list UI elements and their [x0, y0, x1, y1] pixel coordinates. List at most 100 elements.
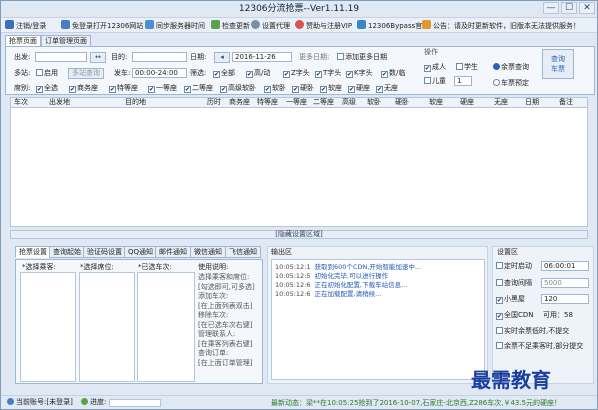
- seat-special[interactable]: ✔ 特等座: [109, 84, 138, 93]
- heart-icon: [295, 20, 304, 29]
- check-update-button[interactable]: 检查更新: [211, 20, 250, 31]
- app-window: 12306分流抢票--Ver1.11.19 — ☐ ✕ 注销/登录 免登录打开1…: [0, 0, 598, 410]
- filter-k[interactable]: ✔ K字头: [346, 69, 373, 78]
- official-site-button[interactable]: 12306Bypass官网: [357, 20, 429, 31]
- col-business: 商务座: [229, 98, 250, 106]
- no-submit-checkbox[interactable]: 实时余票低时,不提交: [496, 327, 569, 336]
- open-website-button[interactable]: 免登录打开12306网站: [61, 20, 143, 31]
- filter-other[interactable]: ✔ 数/临: [381, 69, 405, 78]
- query-interval-checkbox[interactable]: 查询间隔: [496, 279, 532, 288]
- swap-stations-button[interactable]: ↔: [90, 52, 106, 63]
- log-line: 10:05:12:6 正在初始化配置,下载车站信息...: [275, 281, 408, 289]
- close-button[interactable]: ✕: [579, 2, 595, 14]
- date-input[interactable]: 2016-11-26: [232, 52, 292, 62]
- seat-premium-soft-sleeper[interactable]: ✔ 高级软卧: [220, 84, 256, 93]
- student-checkbox[interactable]: 学生: [456, 63, 478, 72]
- col-first: 一等座: [286, 98, 307, 106]
- seat-hard-seat[interactable]: ✔ 硬座: [348, 84, 370, 93]
- minimize-button[interactable]: —: [543, 2, 559, 14]
- radio-ticket-query[interactable]: 余票查询: [493, 63, 529, 72]
- prev-date-button[interactable]: ◂: [214, 52, 230, 63]
- tab-grab-settings[interactable]: 抢票设置: [15, 246, 51, 258]
- interval-input[interactable]: 5000: [541, 278, 589, 288]
- col-train-no: 车次: [14, 98, 28, 106]
- progress-label: 进度:: [81, 398, 106, 407]
- child-checkbox[interactable]: 儿童: [424, 77, 446, 86]
- seat-business[interactable]: ✔ 商务座: [69, 84, 98, 93]
- seat-second[interactable]: ✔ 二等座: [184, 84, 213, 93]
- seat-soft-sleeper[interactable]: ✔ 软卧: [264, 84, 286, 93]
- train-grid[interactable]: [10, 107, 588, 227]
- filter-t[interactable]: ✔ T字头: [315, 69, 341, 78]
- proxy-settings-button[interactable]: 设置代理: [251, 20, 290, 31]
- multi-station-query-button[interactable]: 多站查询: [68, 68, 104, 79]
- seat-first[interactable]: ✔ 一等座: [148, 84, 177, 93]
- passenger-label: *选择乘客:: [22, 263, 56, 271]
- adult-checkbox[interactable]: ✔ 成人: [424, 63, 446, 72]
- col-duration: 历时: [207, 98, 221, 106]
- col-date: 日期: [525, 98, 539, 106]
- window-controls: — ☐ ✕: [543, 2, 595, 14]
- blackroom-checkbox[interactable]: ✔ 小黑屋: [496, 295, 525, 304]
- col-to: 目的地: [125, 98, 146, 106]
- output-log[interactable]: 10:05:12:1 获取到600个CDN,开始智能加速中... 10:05:12…: [271, 259, 485, 380]
- filter-label: 筛选:: [190, 69, 207, 77]
- more-dates-label: 更多日期:: [299, 53, 330, 61]
- tab-fetion[interactable]: 飞信通知: [225, 246, 261, 258]
- log-line: 10:05:12:6 正在加载配置,请稍候...: [275, 290, 382, 298]
- depart-time-label: 发车:: [114, 69, 131, 77]
- tab-captcha[interactable]: 验证码设置: [83, 246, 126, 258]
- login-button[interactable]: 注销/登录: [5, 20, 46, 31]
- col-no-seat: 无座: [494, 98, 508, 106]
- blackroom-input[interactable]: 120: [541, 294, 589, 304]
- filter-z[interactable]: ✔ Z字头: [283, 69, 310, 78]
- progress-icon: [81, 398, 88, 405]
- query-ticket-button[interactable]: 查询 车票: [542, 49, 574, 79]
- sync-icon: [145, 20, 154, 29]
- add-dates-checkbox[interactable]: 添加更多日期: [337, 53, 387, 62]
- settings-area: 设置区 定时启动 06:00:01 查询间隔 5000 ✔ 小黑屋 120 ✔ 全国…: [492, 246, 594, 384]
- timer-start-checkbox[interactable]: 定时启动: [496, 262, 532, 271]
- download-icon: [211, 20, 220, 29]
- to-label: 目的:: [111, 53, 128, 61]
- partial-submit-checkbox[interactable]: 余票不足乘客时,部分提交: [496, 342, 583, 351]
- seat-list[interactable]: [79, 272, 135, 382]
- title-bar: 12306分流抢票--Ver1.11.19 — ☐ ✕: [1, 1, 597, 17]
- selected-trains-list[interactable]: [137, 272, 195, 382]
- to-station-input[interactable]: [132, 52, 187, 62]
- date-label: 日期:: [190, 53, 207, 61]
- depart-time-select[interactable]: 00:00-24:00: [132, 68, 187, 78]
- output-title: 输出区: [271, 248, 292, 256]
- user-icon: [7, 398, 14, 405]
- seat-no-seat[interactable]: ✔ 无座: [376, 84, 398, 93]
- timer-input[interactable]: 06:00:01: [541, 261, 589, 271]
- watermark: 最需教育: [471, 368, 551, 392]
- from-label: 出发:: [14, 53, 31, 61]
- tab-query-start[interactable]: 查询起始: [49, 246, 85, 258]
- filter-gd[interactable]: ✔ 高/动: [246, 69, 270, 78]
- log-line: 10:05:12:5 初始化完毕,可以进行操作: [275, 272, 389, 280]
- tab-email[interactable]: 邮件通知: [155, 246, 191, 258]
- col-premium: 高级: [342, 98, 356, 106]
- filter-all[interactable]: ✔ 全部: [213, 69, 235, 78]
- cdn-checkbox[interactable]: ✔ 全国CDN: [496, 311, 534, 320]
- passenger-list[interactable]: [20, 272, 76, 382]
- child-count-stepper[interactable]: 1: [454, 76, 472, 86]
- tab-wechat[interactable]: 微信通知: [190, 246, 226, 258]
- col-hard-seat: 硬座: [460, 98, 474, 106]
- sponsor-vip-button[interactable]: 赞助与注册VIP: [295, 20, 352, 31]
- tab-qq[interactable]: QQ通知: [124, 246, 158, 258]
- from-station-input[interactable]: [35, 52, 87, 62]
- maximize-button[interactable]: ☐: [561, 2, 577, 14]
- home-icon: [357, 20, 366, 29]
- seat-hard-sleeper[interactable]: ✔ 硬卧: [292, 84, 314, 93]
- col-soft-sleeper: 软卧: [367, 98, 381, 106]
- radio-ticket-booking[interactable]: 车票预定: [493, 79, 529, 88]
- sync-time-button[interactable]: 同步服务器时间: [145, 20, 205, 31]
- megaphone-icon: [422, 20, 431, 29]
- hide-settings-button[interactable]: [隐藏设置区域]: [10, 230, 588, 239]
- cdn-available: 可用：58: [543, 311, 573, 319]
- enable-multi-station-checkbox[interactable]: 启用: [36, 69, 58, 78]
- seat-soft-seat[interactable]: ✔ 软座: [320, 84, 342, 93]
- seat-select-all[interactable]: ✔ 全选: [36, 84, 58, 93]
